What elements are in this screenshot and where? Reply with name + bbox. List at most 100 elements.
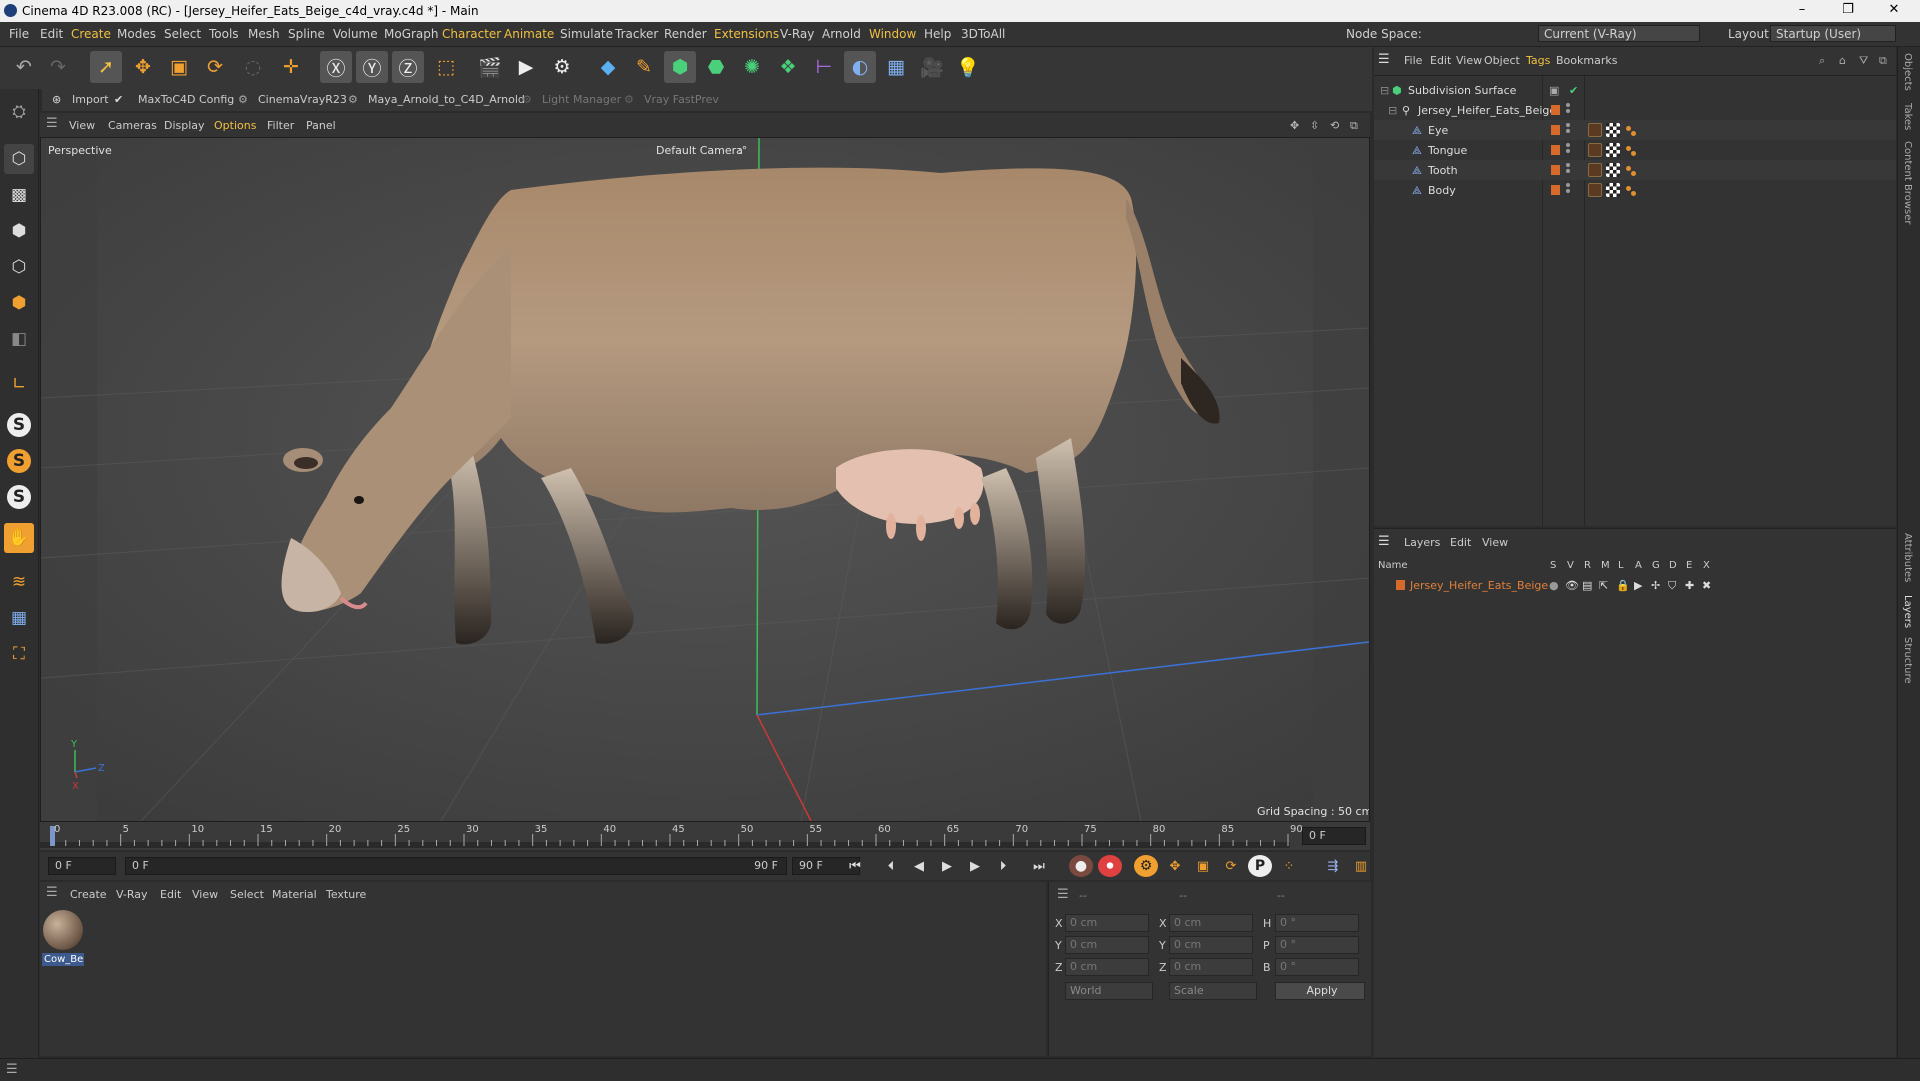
material-menu-vray[interactable]: V-Ray bbox=[116, 888, 148, 901]
new-window-icon[interactable]: ⧉ bbox=[1879, 54, 1887, 68]
expressions-icon[interactable]: ✚ bbox=[1685, 579, 1694, 592]
home-icon[interactable]: ⌂ bbox=[1839, 54, 1846, 67]
rotate-view-icon[interactable]: ⟲ bbox=[1330, 119, 1339, 132]
workplane-icon[interactable]: ∟ bbox=[4, 369, 34, 399]
collapse-icon[interactable]: ⊟ bbox=[1388, 104, 1397, 117]
object-row[interactable]: ⊟ ⚲ Jersey_Heifer_Eats_Beige bbox=[1374, 100, 1896, 120]
go-to-start-icon[interactable]: ⏮ bbox=[844, 856, 866, 876]
model-mode-icon[interactable]: ⬡ bbox=[4, 144, 34, 174]
tab-attributes[interactable]: Attributes bbox=[1902, 533, 1913, 582]
object-row[interactable]: ⟁ Tooth bbox=[1374, 160, 1896, 180]
deformers-icon[interactable]: ⛉ bbox=[1668, 579, 1676, 593]
plugin-maxtoc4d-config[interactable]: MaxToC4D Config bbox=[138, 93, 234, 106]
material-menu-create[interactable]: Create bbox=[70, 888, 107, 901]
previous-frame-icon[interactable]: ◀ bbox=[908, 856, 930, 876]
menu-character[interactable]: Character bbox=[442, 27, 501, 41]
redo-icon[interactable]: ↷ bbox=[42, 51, 74, 83]
texture-tag-icon[interactable] bbox=[1588, 183, 1602, 197]
menu-tracker[interactable]: Tracker bbox=[615, 27, 658, 41]
selection-tag-icon[interactable] bbox=[1624, 183, 1638, 197]
make-editable-icon[interactable]: ⛭ bbox=[4, 97, 34, 127]
autokeying-icon[interactable]: ⏺ bbox=[1098, 855, 1122, 877]
material-menu-view[interactable]: View bbox=[192, 888, 218, 901]
material-menu-material[interactable]: Material bbox=[272, 888, 317, 901]
floor-icon[interactable]: ▦ bbox=[880, 51, 912, 83]
rotation-key-icon[interactable]: ⟳ bbox=[1220, 856, 1242, 876]
tab-takes[interactable]: Takes bbox=[1902, 103, 1913, 130]
texture-mode-icon[interactable]: ▩ bbox=[4, 180, 34, 210]
visibility-dots-icon[interactable] bbox=[1566, 183, 1570, 197]
position-x-field[interactable]: 0 cm bbox=[1065, 914, 1149, 932]
viewport-menu-cameras[interactable]: Cameras bbox=[108, 119, 157, 132]
uvw-tag-icon[interactable] bbox=[1606, 143, 1620, 157]
uvw-tag-icon[interactable] bbox=[1606, 183, 1620, 197]
current-frame-field[interactable]: 0 F bbox=[1302, 827, 1366, 845]
size-x-field[interactable]: 0 cm bbox=[1169, 914, 1253, 932]
subdivision-surface-icon[interactable]: ⬢ bbox=[664, 51, 696, 83]
dolly-view-icon[interactable]: ⇳ bbox=[1310, 119, 1319, 132]
enabled-check-icon[interactable]: ✔ bbox=[1569, 84, 1578, 97]
layer-checkbox-icon[interactable]: ▣ bbox=[1549, 84, 1559, 97]
next-frame-icon[interactable]: ▶ bbox=[964, 856, 986, 876]
object-row[interactable]: ⟁ Eye bbox=[1374, 120, 1896, 140]
texture-tag-icon[interactable] bbox=[1588, 163, 1602, 177]
viewport-menu-options[interactable]: Options bbox=[214, 119, 256, 132]
position-y-field[interactable]: 0 cm bbox=[1065, 936, 1149, 954]
animation-icon[interactable]: ▶ bbox=[1634, 579, 1642, 592]
plugin-light-manager[interactable]: Light Manager bbox=[542, 93, 621, 106]
rotation-b-field[interactable]: 0 ° bbox=[1275, 958, 1359, 976]
play-icon[interactable]: ▶ bbox=[936, 856, 958, 876]
layer-grid-icon[interactable]: ≋ bbox=[4, 567, 34, 597]
layer-menu-edit[interactable]: Edit bbox=[1450, 536, 1471, 549]
layer-row[interactable]: Jersey_Heifer_Eats_Beige ● 👁 ▤ ⇱ 🔒 ▶ ✢ ⛉… bbox=[1374, 575, 1896, 595]
pan-view-icon[interactable]: ✥ bbox=[1290, 119, 1299, 132]
snap-icon[interactable]: S bbox=[7, 413, 31, 437]
size-z-field[interactable]: 0 cm bbox=[1169, 958, 1253, 976]
layer-color-swatch[interactable] bbox=[1551, 165, 1560, 175]
timeline-ruler[interactable]: 0 5 10 15 20 25 30 35 40 45 50 55 60 65 70 75 80 85 90 0 F bbox=[40, 822, 1370, 850]
viewport-menu-panel[interactable]: Panel bbox=[306, 119, 336, 132]
plugin-vray-fastprev[interactable]: Vray FastPrev bbox=[644, 93, 719, 106]
menu-edit[interactable]: Edit bbox=[40, 27, 63, 41]
plugin-import[interactable]: Import bbox=[72, 93, 109, 106]
render-icon[interactable]: ▤ bbox=[1582, 579, 1592, 592]
render-settings-icon[interactable]: ⚙ bbox=[546, 51, 578, 83]
menu-tools[interactable]: Tools bbox=[209, 27, 239, 41]
menu-mograph[interactable]: MoGraph bbox=[384, 27, 439, 41]
position-key-icon[interactable]: ✥ bbox=[1164, 856, 1186, 876]
motion-mode-icon[interactable]: ⇶ bbox=[1322, 856, 1344, 876]
deformer-icon[interactable]: ⊢ bbox=[808, 51, 840, 83]
timeline-window-icon[interactable]: ▥ bbox=[1350, 856, 1372, 876]
menu-select[interactable]: Select bbox=[164, 27, 201, 41]
move-tool-icon[interactable]: ✥ bbox=[127, 51, 159, 83]
object-menu-view[interactable]: View bbox=[1456, 54, 1482, 67]
recent-tool-icon[interactable]: ◌ bbox=[237, 51, 269, 83]
start-frame-field[interactable]: 0 F bbox=[48, 857, 116, 875]
hamburger-icon[interactable]: ☰ bbox=[1378, 534, 1390, 549]
extrude-icon[interactable]: ⬣ bbox=[700, 51, 732, 83]
object-menu-bookmarks[interactable]: Bookmarks bbox=[1556, 54, 1617, 67]
material-menu-texture[interactable]: Texture bbox=[326, 888, 366, 901]
tab-layers[interactable]: Layers bbox=[1902, 595, 1913, 628]
visible-eye-icon[interactable]: 👁 bbox=[1565, 579, 1579, 592]
y-axis-lock-icon[interactable]: Ⓨ bbox=[356, 51, 388, 83]
rotate-tool-icon[interactable]: ⟳ bbox=[199, 51, 231, 83]
visibility-dots-icon[interactable] bbox=[1566, 123, 1570, 137]
selection-tag-icon[interactable] bbox=[1624, 163, 1638, 177]
parameter-key-icon[interactable]: P bbox=[1248, 855, 1272, 877]
points-mode-icon[interactable]: ⬢ bbox=[4, 216, 34, 246]
point-level-key-icon[interactable]: ⁘ bbox=[1278, 856, 1300, 876]
material-menu-edit[interactable]: Edit bbox=[160, 888, 181, 901]
cloner-icon[interactable]: ✺ bbox=[736, 51, 768, 83]
solo-icon[interactable]: ● bbox=[1549, 579, 1559, 592]
menu-simulate[interactable]: Simulate bbox=[560, 27, 613, 41]
generators-icon[interactable]: ✢ bbox=[1651, 579, 1660, 592]
object-row[interactable]: ⊟ ⬢ Subdivision Surface ▣ ✔ bbox=[1374, 80, 1896, 100]
previous-key-icon[interactable]: ⏴ bbox=[880, 856, 902, 876]
hamburger-icon[interactable]: ☰ bbox=[46, 116, 58, 131]
menu-render[interactable]: Render bbox=[664, 27, 707, 41]
hamburger-icon[interactable]: ☰ bbox=[6, 1062, 18, 1077]
3d-viewport[interactable]: Perspective Default Camera :° Grid Spaci… bbox=[40, 137, 1370, 822]
node-space-dropdown[interactable]: Current (V-Ray) bbox=[1538, 25, 1700, 42]
tab-structure[interactable]: Structure bbox=[1902, 637, 1913, 684]
